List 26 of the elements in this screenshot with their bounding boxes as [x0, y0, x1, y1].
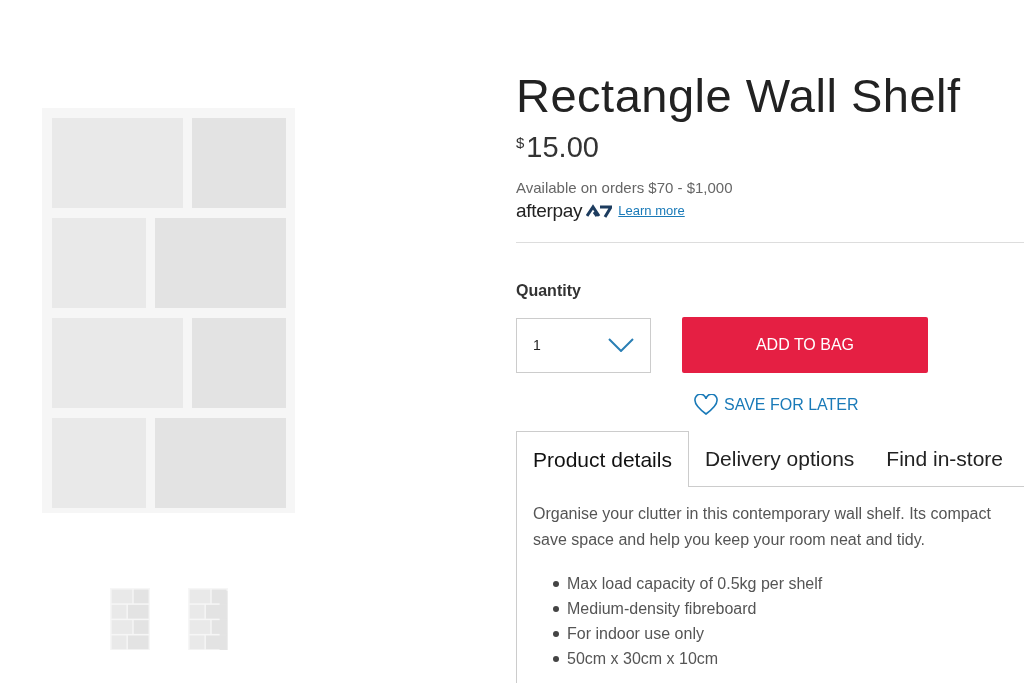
feature-text: Max load capacity of 0.5kg per shelf [567, 573, 823, 594]
bullet-icon [553, 580, 559, 587]
save-for-later-button[interactable]: SAVE FOR LATER [694, 393, 859, 417]
heart-icon [694, 394, 718, 416]
tab[interactable]: Find in-store [870, 431, 1020, 487]
feature-text: Medium-density fibreboard [567, 598, 757, 619]
currency-symbol: $ [516, 134, 525, 152]
feature-text: 50cm x 30cm x 10cm [567, 648, 719, 669]
afterpay-logo: afterpay [516, 200, 583, 222]
feature-text: For indoor use only [567, 623, 704, 644]
description-text: save space and help you keep your room neat and tidy. [533, 530, 926, 550]
tab[interactable]: Product details [516, 431, 689, 487]
bullet-icon [553, 655, 559, 662]
description-text: Organise your clutter in this contemporary wall shelf. Its compact [533, 504, 992, 524]
availability-text: Available on orders $70 - $1,000 [516, 178, 734, 198]
product-title: Rectangle Wall Shelf [516, 68, 962, 124]
bullet-icon [553, 605, 559, 612]
price: 15.00 [526, 130, 599, 164]
bullet-icon [553, 630, 559, 637]
chevron-down-icon [608, 338, 634, 352]
afterpay-arrows-icon [586, 204, 613, 218]
add-to-bag-button[interactable]: ADD TO BAG [682, 317, 928, 373]
quantity-label: Quantity [516, 281, 582, 301]
quantity-select[interactable]: 1 [516, 317, 651, 373]
tab[interactable]: Delivery options [688, 431, 871, 487]
learn-more-link[interactable]: Learn more [618, 201, 685, 221]
